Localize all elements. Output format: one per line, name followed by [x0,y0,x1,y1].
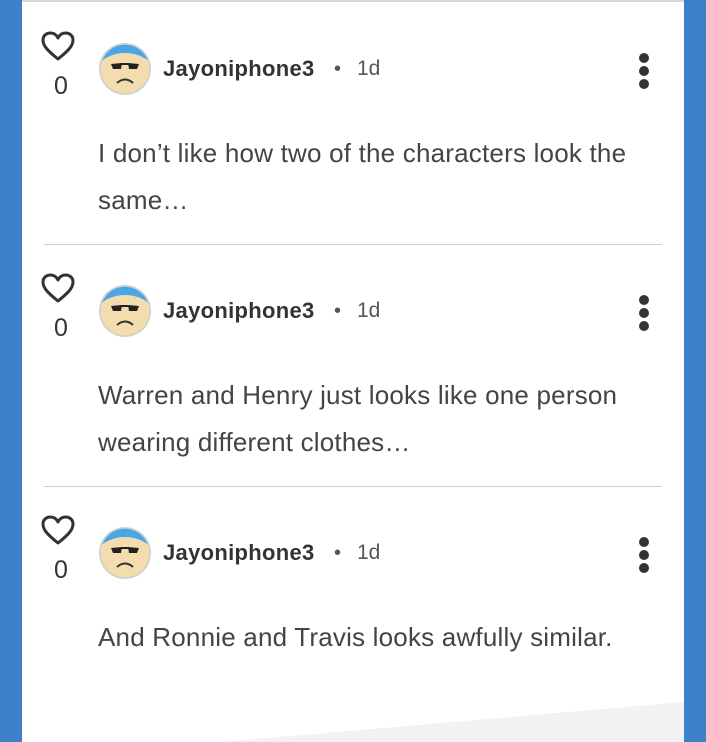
comment-text: I don’t like how two of the characters l… [98,138,627,215]
bottom-shade [222,702,684,742]
like-count: 0 [54,72,68,100]
comment-text: And Ronnie and Travis looks awfully simi… [98,622,613,652]
timestamp: 1d [357,299,381,322]
meta-separator: • [334,58,342,80]
comment-text: Warren and Henry just looks like one per… [98,380,618,457]
like-count: 0 [54,556,68,584]
meta-separator: • [334,542,342,564]
timestamp: 1d [357,541,381,564]
avatar[interactable] [98,284,152,338]
comments-panel: 0 Jayoniphone3 • 1d I don’t like how two… [22,0,684,742]
author-name[interactable]: Jayoniphone3 [163,538,315,568]
timestamp: 1d [357,57,381,80]
comment-divider [44,244,662,245]
more-options-icon[interactable] [634,294,654,332]
avatar[interactable] [98,42,152,96]
heart-icon[interactable] [40,514,76,546]
heart-icon[interactable] [40,272,76,304]
heart-icon[interactable] [40,30,76,62]
like-count: 0 [54,314,68,342]
more-options-icon[interactable] [634,52,654,90]
meta-separator: • [334,300,342,322]
comment-divider [44,486,662,487]
more-options-icon[interactable] [634,536,654,574]
author-name[interactable]: Jayoniphone3 [163,54,315,84]
author-name[interactable]: Jayoniphone3 [163,296,315,326]
avatar[interactable] [98,526,152,580]
